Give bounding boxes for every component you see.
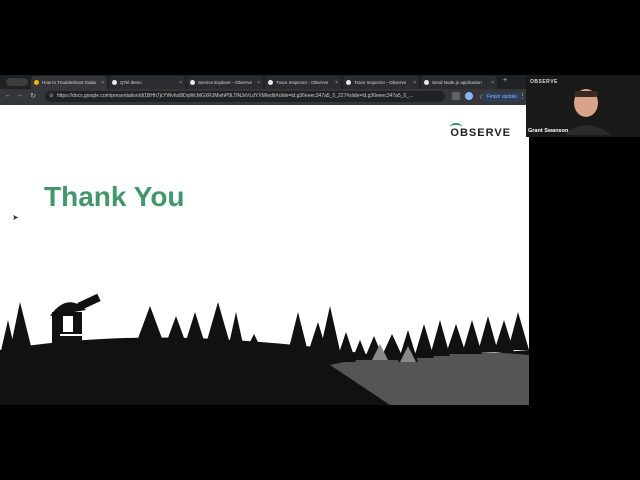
- webcam-feed: OBSERVE Grant Swanson: [526, 75, 640, 137]
- tab-close-icon[interactable]: ×: [257, 80, 260, 86]
- browser-toolbar: ← → ↻ ⚙ https://docs.google.com/presenta…: [0, 89, 529, 105]
- reload-icon[interactable]: ↻: [29, 92, 37, 100]
- tab-favicon-icon: [346, 80, 351, 85]
- tab-title: Send Node.js application: [432, 80, 482, 85]
- browser-tab[interactable]: Trace Inspector - Observe ×: [265, 76, 341, 89]
- tab-favicon-icon: [268, 80, 273, 85]
- back-icon[interactable]: ←: [4, 92, 12, 99]
- tab-favicon-icon: [34, 80, 39, 85]
- tab-close-icon[interactable]: ×: [179, 80, 182, 86]
- site-info-icon[interactable]: ⚙: [49, 93, 53, 99]
- mouse-cursor-icon: ➤: [12, 213, 19, 222]
- window-controls[interactable]: [6, 78, 28, 86]
- tab-title: Service Explorer - Observe: [198, 80, 253, 85]
- tab-title: QTel demo: [120, 80, 142, 85]
- browser-window: How to Troubleshoot Galax × QTel demo × Serv…: [0, 75, 529, 405]
- tab-favicon-icon: [112, 80, 117, 85]
- observe-logo: OBSERVE: [450, 123, 511, 139]
- slide-title: Thank You: [44, 181, 185, 212]
- tab-favicon-icon: [424, 80, 429, 85]
- webcam-observe-logo: OBSERVE: [530, 79, 558, 85]
- participant-video: [566, 85, 626, 135]
- presentation-slide: OBSERVE Thank You ➤: [0, 105, 529, 405]
- new-tab-icon[interactable]: +: [503, 77, 507, 84]
- tab-title: How to Troubleshoot Galax: [42, 80, 97, 85]
- tab-close-icon[interactable]: ×: [335, 80, 338, 86]
- participant-name: Grant Swanson: [528, 128, 569, 134]
- finish-update-button[interactable]: Finish update: [482, 92, 523, 102]
- url-text: https://docs.google.com/presentation/d/1…: [57, 93, 414, 99]
- tab-close-icon[interactable]: ×: [413, 80, 416, 86]
- browser-tab[interactable]: QTel demo ×: [109, 76, 185, 89]
- extension-icon[interactable]: [452, 92, 460, 100]
- browser-menu-icon[interactable]: ⋮: [519, 92, 526, 100]
- profile-avatar-icon[interactable]: [465, 92, 473, 100]
- browser-tab[interactable]: Send Node.js application ×: [421, 76, 497, 89]
- tab-close-icon[interactable]: ×: [101, 80, 104, 86]
- browser-tab[interactable]: Service Explorer - Observe ×: [187, 76, 263, 89]
- address-bar[interactable]: ⚙ https://docs.google.com/presentation/d…: [45, 91, 485, 102]
- tab-close-icon[interactable]: ×: [491, 80, 494, 86]
- tab-strip: How to Troubleshoot Galax × QTel demo × Serv…: [0, 75, 529, 89]
- tab-title: Trace Inspector - Observe: [276, 80, 329, 85]
- browser-tab[interactable]: How to Troubleshoot Galax ×: [31, 76, 107, 89]
- browser-tab[interactable]: Trace Inspector - Observe ×: [343, 76, 419, 89]
- tab-title: Trace Inspector - Observe: [354, 80, 407, 85]
- forward-icon[interactable]: →: [16, 92, 24, 99]
- tab-favicon-icon: [190, 80, 195, 85]
- forest-observatory-illustration: [0, 293, 529, 405]
